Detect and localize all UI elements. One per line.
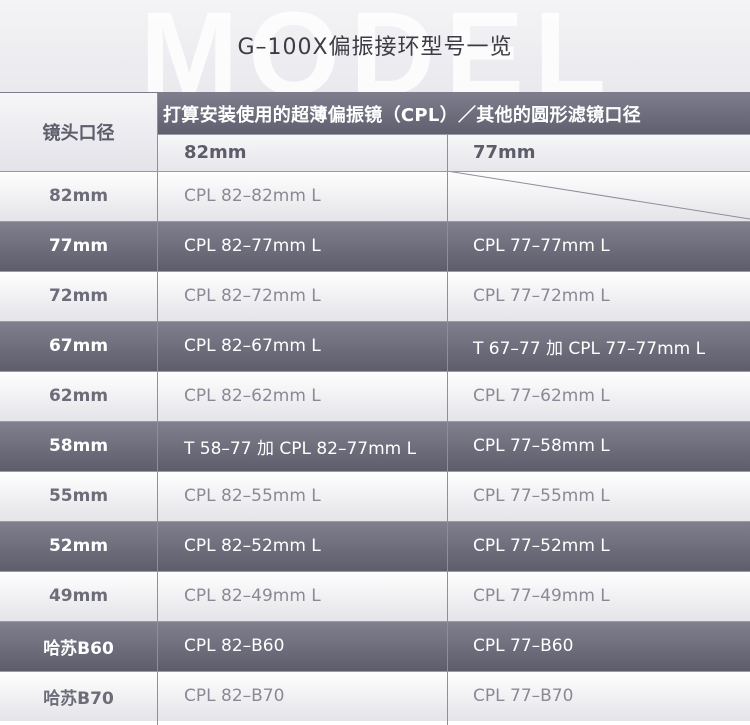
cpl82-model-cell: T 58–77 加 CPL 82–77mm L <box>184 438 417 459</box>
row-divider <box>0 471 750 472</box>
table-row: 哈苏B60 CPL 82–B60 CPL 77–B60 <box>0 621 750 671</box>
header-banner: MODEL G–100X偏振接环型号一览 <box>0 0 750 93</box>
row-divider <box>0 621 750 622</box>
cpl77-model-cell: T 67–77 加 CPL 77–77mm L <box>473 338 706 359</box>
lens-size-cell: 哈苏B70 <box>43 688 114 709</box>
row-divider <box>0 271 750 272</box>
table-row: 55mm CPL 82–55mm L CPL 77–55mm L <box>0 471 750 521</box>
row-divider <box>0 221 750 222</box>
cpl-column-header: 打算安装使用的超薄偏振镜（CPL）／其他的圆形滤镜口径 <box>157 93 750 134</box>
table-row: 哈苏B70 CPL 82–B70 CPL 77–B70 <box>0 671 750 721</box>
lens-size-cell: 62mm <box>48 386 109 406</box>
cpl82-model-cell: CPL 82–62mm L <box>184 386 321 406</box>
row-divider <box>0 321 750 322</box>
page: MODEL G–100X偏振接环型号一览 镜头口径 打算安装使用的超薄偏振镜（C… <box>0 0 750 725</box>
cpl82-model-cell: CPL 82–B70 <box>184 686 285 706</box>
lens-size-cell: 哈苏B60 <box>43 638 114 659</box>
page-title: G–100X偏振接环型号一览 <box>237 35 513 60</box>
size-77-header: 77mm <box>447 134 750 171</box>
lens-size-cell: 55mm <box>48 486 109 506</box>
lens-diameter-header: 镜头口径 <box>0 93 157 171</box>
cpl82-model-cell: CPL 82–49mm L <box>184 586 321 606</box>
size-82-header: 82mm <box>157 134 447 171</box>
column-divider <box>447 134 448 725</box>
cpl77-model-cell: CPL 77–58mm L <box>473 436 610 456</box>
empty-cell-diagonal <box>447 171 750 220</box>
cpl77-model-cell: CPL 77–49mm L <box>473 586 610 606</box>
table-row: 62mm CPL 82–62mm L CPL 77–62mm L <box>0 371 750 421</box>
cpl82-model-cell: CPL 82–55mm L <box>184 486 321 506</box>
cpl77-model-cell: CPL 77–B70 <box>473 686 574 706</box>
cpl82-model-cell: CPL 82–B60 <box>184 636 285 656</box>
row-divider <box>0 521 750 522</box>
row-divider <box>0 671 750 672</box>
cpl77-model-cell: CPL 77–77mm L <box>473 236 610 256</box>
table-row: 67mm CPL 82–67mm L T 67–77 加 CPL 77–77mm L <box>0 321 750 371</box>
table-row: 72mm CPL 82–72mm L CPL 77–72mm L <box>0 271 750 321</box>
row-divider <box>0 171 750 172</box>
lens-size-cell: 58mm <box>48 436 109 456</box>
lens-size-cell: 49mm <box>48 586 109 606</box>
table-row: 49mm CPL 82–49mm L CPL 77–49mm L <box>0 571 750 621</box>
lens-size-cell: 82mm <box>48 186 109 206</box>
cpl82-model-cell: CPL 82–52mm L <box>184 536 321 556</box>
cpl77-model-cell: CPL 77–B60 <box>473 636 574 656</box>
cpl82-model-cell: CPL 82–67mm L <box>184 336 321 356</box>
cpl77-model-cell: CPL 77–62mm L <box>473 386 610 406</box>
table-row: 52mm CPL 82–52mm L CPL 77–52mm L <box>0 521 750 571</box>
cpl82-model-cell: CPL 82–77mm L <box>184 236 321 256</box>
lens-size-cell: 67mm <box>48 336 109 356</box>
row-divider <box>0 421 750 422</box>
row-divider <box>0 571 750 572</box>
cpl77-model-cell: CPL 77–52mm L <box>473 536 610 556</box>
row-divider <box>0 371 750 372</box>
cpl82-model-cell: CPL 82–72mm L <box>184 286 321 306</box>
table-row: 77mm CPL 82–77mm L CPL 77–77mm L <box>0 221 750 271</box>
lens-size-cell: 72mm <box>48 286 109 306</box>
lens-size-cell: 77mm <box>48 236 109 256</box>
lens-size-cell: 52mm <box>48 536 109 556</box>
cpl77-model-cell: CPL 77–72mm L <box>473 286 610 306</box>
table-row: 58mm T 58–77 加 CPL 82–77mm L CPL 77–58mm L <box>0 421 750 471</box>
cpl77-model-cell: CPL 77–55mm L <box>473 486 610 506</box>
row-divider <box>157 134 750 135</box>
column-divider <box>157 93 158 725</box>
cpl82-model-cell: CPL 82–82mm L <box>184 186 321 206</box>
